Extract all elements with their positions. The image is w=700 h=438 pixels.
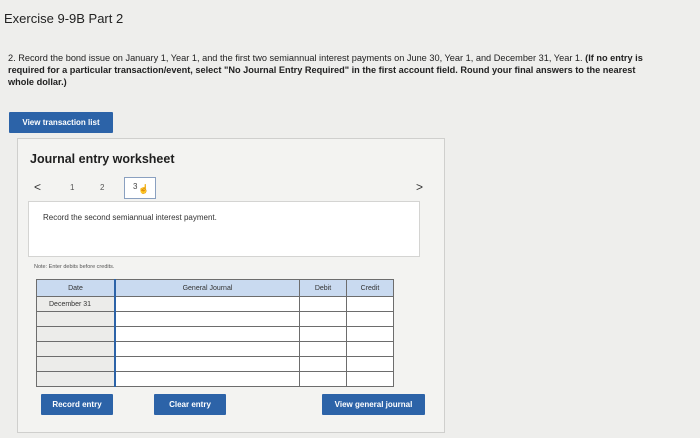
table-row bbox=[36, 356, 394, 372]
worksheet-page-3[interactable]: 3 ☝ bbox=[124, 177, 156, 199]
record-entry-button[interactable]: Record entry bbox=[41, 394, 113, 415]
date-cell[interactable] bbox=[36, 311, 116, 327]
date-cell[interactable]: December 31 bbox=[36, 296, 116, 312]
account-field[interactable] bbox=[114, 341, 300, 357]
table-row bbox=[36, 311, 394, 327]
date-cell[interactable] bbox=[36, 341, 116, 357]
column-header-credit: Credit bbox=[346, 279, 394, 297]
credit-field[interactable] bbox=[346, 371, 394, 387]
credit-field[interactable] bbox=[346, 326, 394, 342]
instructions: 2. Record the bond issue on January 1, Y… bbox=[8, 52, 648, 88]
view-general-journal-button[interactable]: View general journal bbox=[322, 394, 425, 415]
account-field[interactable] bbox=[114, 326, 300, 342]
clear-entry-button[interactable]: Clear entry bbox=[154, 394, 226, 415]
credit-field[interactable] bbox=[346, 296, 394, 312]
date-cell[interactable] bbox=[36, 326, 116, 342]
page-title: Exercise 9-9B Part 2 bbox=[4, 11, 124, 26]
journal-table: Date General Journal Debit Credit Decemb… bbox=[36, 279, 394, 387]
debit-field[interactable] bbox=[299, 326, 347, 342]
table-row bbox=[36, 341, 394, 357]
prev-arrow-icon[interactable]: < bbox=[34, 180, 41, 194]
column-header-general-journal: General Journal bbox=[114, 279, 300, 297]
date-cell[interactable] bbox=[36, 371, 116, 387]
worksheet-page-2[interactable]: 2 bbox=[100, 183, 104, 192]
worksheet-page-1[interactable]: 1 bbox=[70, 183, 74, 192]
column-header-debit: Debit bbox=[299, 279, 347, 297]
account-field[interactable] bbox=[114, 296, 300, 312]
credit-field[interactable] bbox=[346, 356, 394, 372]
worksheet-page-3-label: 3 bbox=[133, 182, 138, 191]
view-transaction-list-button[interactable]: View transaction list bbox=[9, 112, 113, 133]
table-row bbox=[36, 371, 394, 387]
debit-field[interactable] bbox=[299, 311, 347, 327]
debits-note: Note: Enter debits before credits. bbox=[34, 264, 115, 270]
table-row bbox=[36, 326, 394, 342]
debit-field[interactable] bbox=[299, 296, 347, 312]
worksheet-title: Journal entry worksheet bbox=[30, 152, 175, 166]
credit-field[interactable] bbox=[346, 311, 394, 327]
account-field[interactable] bbox=[114, 371, 300, 387]
debit-field[interactable] bbox=[299, 371, 347, 387]
journal-entry-worksheet-panel: Journal entry worksheet < 1 2 3 ☝ > Reco… bbox=[17, 138, 445, 433]
account-field[interactable] bbox=[114, 356, 300, 372]
next-arrow-icon[interactable]: > bbox=[416, 180, 423, 194]
debit-field[interactable] bbox=[299, 356, 347, 372]
debit-field[interactable] bbox=[299, 341, 347, 357]
column-header-date: Date bbox=[36, 279, 116, 297]
transaction-description: Record the second semiannual interest pa… bbox=[43, 213, 217, 222]
account-field[interactable] bbox=[114, 311, 300, 327]
transaction-description-box: Record the second semiannual interest pa… bbox=[28, 201, 420, 257]
date-cell[interactable] bbox=[36, 356, 116, 372]
table-row: December 31 bbox=[36, 296, 394, 312]
instructions-text: 2. Record the bond issue on January 1, Y… bbox=[8, 53, 586, 63]
hand-pointer-icon: ☝ bbox=[138, 184, 150, 194]
credit-field[interactable] bbox=[346, 341, 394, 357]
